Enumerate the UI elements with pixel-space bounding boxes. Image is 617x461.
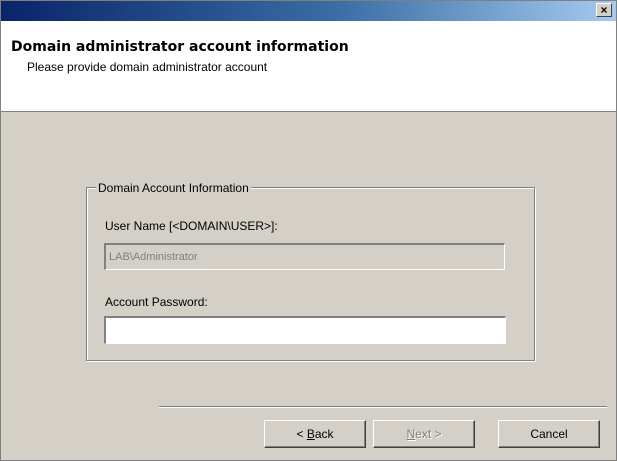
cancel-button-label: Cancel xyxy=(530,427,568,441)
back-button[interactable]: < Back xyxy=(264,420,366,448)
username-input[interactable] xyxy=(104,243,505,270)
password-label: Account Password: xyxy=(105,295,208,309)
button-separator xyxy=(159,406,607,408)
close-icon: × xyxy=(600,3,608,17)
close-button[interactable]: × xyxy=(596,3,612,17)
back-button-rest: ack xyxy=(314,427,334,441)
next-button-accel: N xyxy=(406,427,416,441)
wizard-header: Domain administrator account information… xyxy=(1,21,616,112)
cancel-button[interactable]: Cancel xyxy=(498,420,600,448)
page-subtitle: Please provide domain administrator acco… xyxy=(27,60,268,74)
page-title: Domain administrator account information xyxy=(11,39,349,55)
next-button-rest: ext > xyxy=(415,427,442,441)
password-input[interactable] xyxy=(104,316,506,344)
title-bar[interactable]: × xyxy=(1,1,616,21)
username-label: User Name [<DOMAIN\USER>]: xyxy=(105,219,278,233)
back-button-accel: B xyxy=(306,427,315,441)
wizard-window: × Domain administrator account informati… xyxy=(0,0,617,461)
next-button[interactable]: Next > xyxy=(373,420,475,448)
back-button-prefix: < xyxy=(296,427,307,441)
groupbox-legend: Domain Account Information xyxy=(96,181,251,195)
